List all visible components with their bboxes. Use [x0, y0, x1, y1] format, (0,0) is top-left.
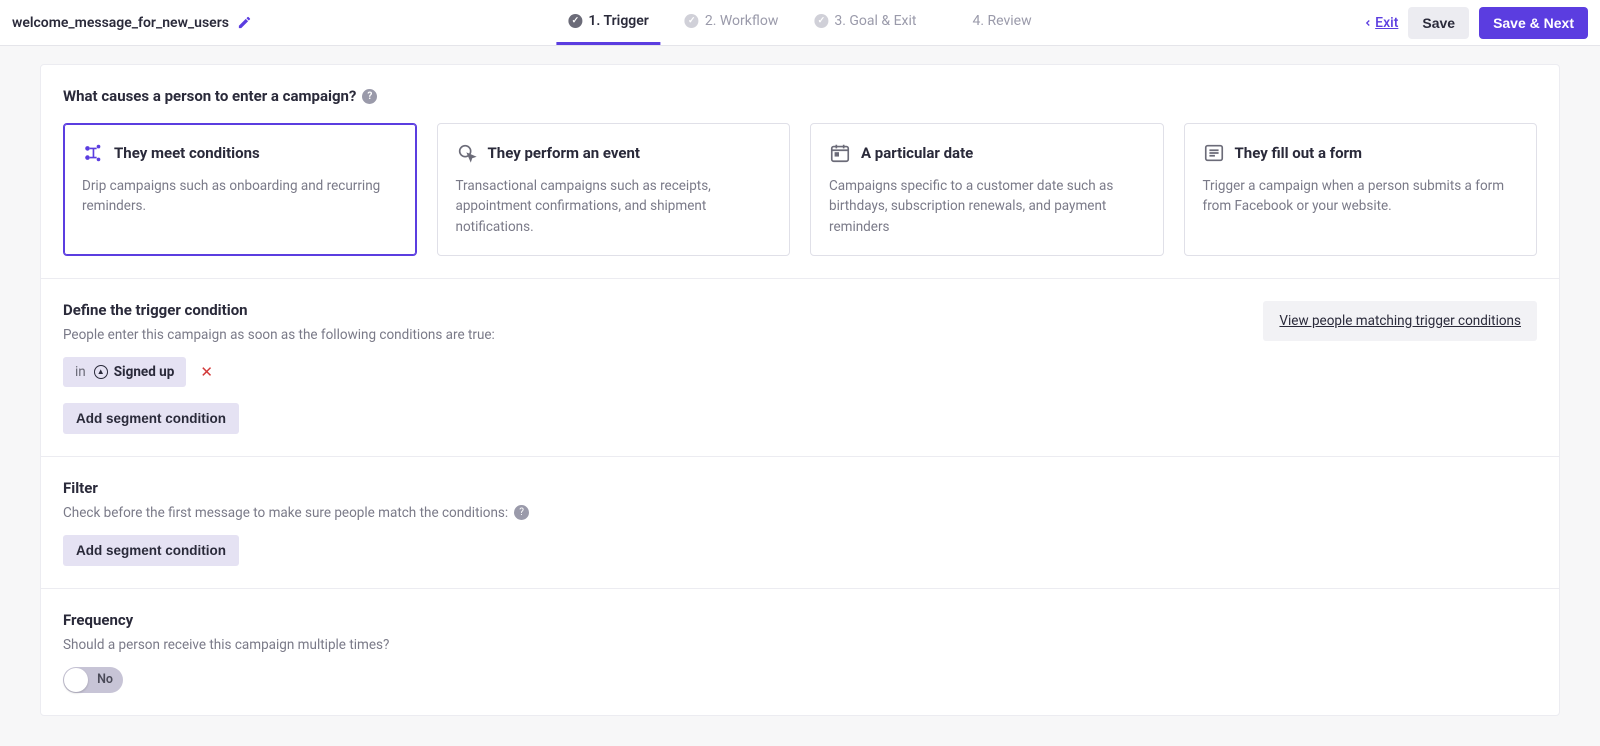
toggle-knob: [64, 668, 88, 692]
progress-steps: 1. Trigger 2. Workflow 3. Goal & Exit 4.…: [556, 0, 1043, 45]
toggle-label: No: [97, 672, 113, 687]
campaign-title-group: welcome_message_for_new_users: [12, 15, 252, 31]
card-desc: Transactional campaigns such as receipts…: [456, 176, 772, 237]
card-conditions[interactable]: They meet conditions Drip campaigns such…: [63, 123, 417, 256]
step-label: 4. Review: [972, 13, 1031, 29]
card-title: They fill out a form: [1235, 144, 1363, 162]
check-icon: [685, 14, 699, 28]
help-icon[interactable]: ?: [514, 505, 529, 520]
chevron-left-icon: [1363, 18, 1373, 28]
top-actions: Exit Save Save & Next: [1363, 7, 1588, 39]
segment-chip[interactable]: in ▲ Signed up: [63, 357, 186, 387]
pencil-icon[interactable]: [237, 15, 252, 30]
save-next-button[interactable]: Save & Next: [1479, 7, 1588, 39]
define-desc: People enter this campaign as soon as th…: [63, 327, 495, 343]
define-heading: Define the trigger condition: [63, 301, 495, 319]
frequency-heading: Frequency: [63, 611, 1537, 629]
card-title: A particular date: [861, 144, 973, 162]
main-panel: What causes a person to enter a campaign…: [40, 64, 1560, 716]
step-label: 2. Workflow: [705, 13, 779, 29]
trigger-type-section: What causes a person to enter a campaign…: [41, 65, 1559, 279]
filter-desc: Check before the first message to make s…: [63, 505, 1537, 521]
segment-name: Signed up: [114, 364, 175, 380]
exit-link[interactable]: Exit: [1363, 15, 1398, 31]
section-question: What causes a person to enter a campaign…: [63, 87, 1537, 105]
filter-heading: Filter: [63, 479, 1537, 497]
step-workflow[interactable]: 2. Workflow: [673, 0, 791, 45]
step-goal-exit[interactable]: 3. Goal & Exit: [802, 0, 928, 45]
cursor-click-icon: [456, 142, 478, 164]
card-header: They perform an event: [456, 142, 772, 164]
step-review[interactable]: 4. Review: [940, 0, 1043, 45]
remove-condition-icon[interactable]: ✕: [196, 361, 217, 383]
card-title: They meet conditions: [114, 144, 260, 162]
conditions-icon: [82, 142, 104, 164]
frequency-desc: Should a person receive this campaign mu…: [63, 637, 1537, 653]
card-title: They perform an event: [488, 144, 640, 162]
add-segment-condition-button[interactable]: Add segment condition: [63, 403, 239, 434]
card-header: They meet conditions: [82, 142, 398, 164]
filter-section: Filter Check before the first message to…: [41, 457, 1559, 589]
card-desc: Drip campaigns such as onboarding and re…: [82, 176, 398, 217]
question-text: What causes a person to enter a campaign…: [63, 87, 356, 105]
form-icon: [1203, 142, 1225, 164]
card-date[interactable]: A particular date Campaigns specific to …: [810, 123, 1164, 256]
card-event[interactable]: They perform an event Transactional camp…: [437, 123, 791, 256]
condition-chip-row: in ▲ Signed up ✕: [63, 357, 495, 387]
segment-icon: ▲: [94, 365, 108, 379]
campaign-title: welcome_message_for_new_users: [12, 15, 229, 31]
help-icon[interactable]: ?: [362, 89, 377, 104]
check-icon: [568, 14, 582, 28]
add-filter-condition-button[interactable]: Add segment condition: [63, 535, 239, 566]
frequency-toggle[interactable]: No: [63, 667, 123, 693]
step-label: 3. Goal & Exit: [834, 13, 916, 29]
filter-desc-text: Check before the first message to make s…: [63, 505, 508, 521]
frequency-section: Frequency Should a person receive this c…: [41, 589, 1559, 715]
card-desc: Campaigns specific to a customer date su…: [829, 176, 1145, 237]
step-label: 1. Trigger: [588, 13, 648, 29]
top-bar: welcome_message_for_new_users 1. Trigger…: [0, 0, 1600, 46]
card-desc: Trigger a campaign when a person submits…: [1203, 176, 1519, 217]
chip-prefix: in: [75, 364, 86, 380]
view-matching-link[interactable]: View people matching trigger conditions: [1279, 313, 1521, 329]
card-form[interactable]: They fill out a form Trigger a campaign …: [1184, 123, 1538, 256]
view-match-box: View people matching trigger conditions: [1263, 301, 1537, 341]
calendar-icon: [829, 142, 851, 164]
check-icon: [814, 14, 828, 28]
save-button[interactable]: Save: [1408, 7, 1469, 39]
exit-label: Exit: [1375, 15, 1398, 31]
trigger-cards: They meet conditions Drip campaigns such…: [63, 123, 1537, 256]
card-header: They fill out a form: [1203, 142, 1519, 164]
step-trigger[interactable]: 1. Trigger: [556, 0, 660, 45]
define-left: Define the trigger condition People ente…: [63, 301, 495, 434]
card-header: A particular date: [829, 142, 1145, 164]
define-condition-section: Define the trigger condition People ente…: [41, 279, 1559, 457]
